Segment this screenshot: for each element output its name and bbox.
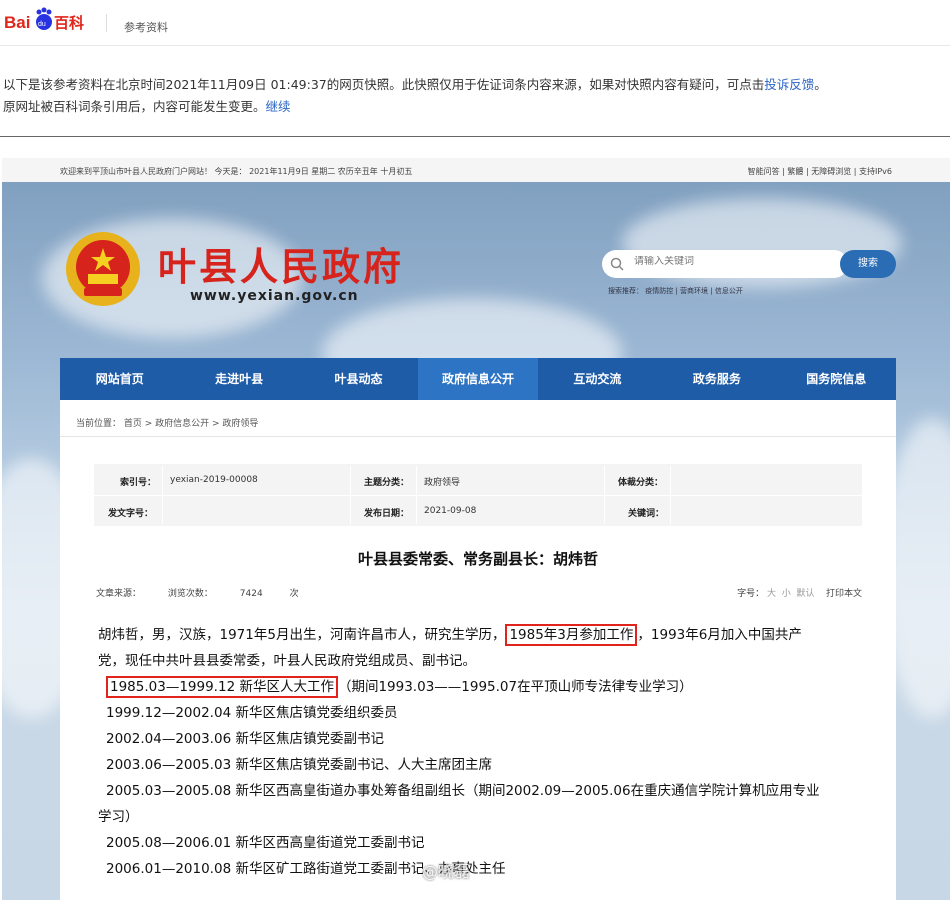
nav-interaction[interactable]: 互动交流 <box>538 358 657 400</box>
career-item-cont: 学习） <box>98 809 139 825</box>
font-large-button[interactable]: 大 <box>767 589 776 599</box>
nav-news[interactable]: 叶县动态 <box>299 358 418 400</box>
article-tools: 字号： 大 小 默认 打印本文 <box>737 586 862 599</box>
search-button[interactable]: 搜索 <box>840 250 896 278</box>
national-emblem-icon <box>66 232 140 306</box>
source-label: 文章来源： <box>96 589 142 599</box>
article-meta: 文章来源： 浏览次数： 7424 次 <box>96 586 323 599</box>
baidu-header: Bai du 百科 参考资料 <box>0 0 950 46</box>
divider <box>60 436 896 437</box>
topbar-welcome: 欢迎来到平顶山市叶县人民政府门户网站！ 今天是： 2021年11月9日 星期二 … <box>60 167 413 176</box>
keyword-label: 关键词： <box>628 509 665 519</box>
baidu-baike-logo[interactable]: Bai du 百科 <box>4 6 96 36</box>
nav-gov-info[interactable]: 政府信息公开 <box>418 358 538 400</box>
highlight-box: 1985年3月参加工作 <box>505 624 638 646</box>
reference-label: 参考资料 <box>124 21 168 34</box>
career-item: 1999.12—2002.04 新华区焦店镇党委组织委员 <box>106 705 398 721</box>
font-small-button[interactable]: 小 <box>782 589 791 599</box>
print-button[interactable]: 打印本文 <box>826 589 862 599</box>
svg-text:百科: 百科 <box>54 14 84 32</box>
genre-label: 体裁分类： <box>618 478 664 488</box>
site-url: www.yexian.gov.cn <box>190 288 359 304</box>
career-item: 2003.06—2005.03 新华区焦店镇党委副书记、人大主席团主席 <box>106 757 492 773</box>
complaint-link[interactable]: 投诉反馈 <box>764 77 814 92</box>
index-value: yexian-2019-00008 <box>170 475 258 485</box>
nav-state-council[interactable]: 国务院信息 <box>777 358 896 400</box>
divider <box>106 14 107 32</box>
career-item: 2005.03—2005.08 新华区西高皇街道办事处筹备组副组长（期间2002… <box>106 783 820 799</box>
notice-text-2: 原网址被百科词条引用后，内容可能发生变更。 <box>3 99 266 114</box>
site-title: 叶县人民政府 <box>158 244 405 289</box>
article-panel: 当前位置： 首页 > 政府信息公开 > 政府领导 索引号： yexian-201… <box>60 400 896 900</box>
views-label: 浏览次数： <box>167 589 213 599</box>
date-value: 2021-09-08 <box>424 506 477 516</box>
index-label: 索引号： <box>120 478 157 488</box>
date-label: 发布日期： <box>364 509 410 519</box>
views-count: 7424 <box>239 589 263 599</box>
nav-services[interactable]: 政务服务 <box>657 358 776 400</box>
svg-text:du: du <box>38 21 46 28</box>
hot-search[interactable]: 搜索推荐： 疫情防控 | 营商环境 | 信息公开 <box>608 286 743 296</box>
search-input[interactable] <box>634 256 834 267</box>
notice-text: 以下是该参考资料在北京时间2021年11月09日 01:49:37的网页快照。此… <box>3 77 765 92</box>
breadcrumb[interactable]: 当前位置： 首页 > 政府信息公开 > 政府领导 <box>76 416 258 429</box>
career-item: 2002.04—2003.06 新华区焦店镇党委副书记 <box>106 731 384 747</box>
nav-home[interactable]: 网站首页 <box>60 358 179 400</box>
main-nav: 网站首页 走进叶县 叶县动态 政府信息公开 互动交流 政务服务 国务院信息 <box>60 358 896 400</box>
svg-text:Bai: Bai <box>4 13 30 32</box>
intro-text: 胡炜哲，男，汉族，1971年5月出生，河南许昌市人，研究生学历， <box>98 627 506 643</box>
highlight-box: 1985.03—1999.12 新华区人大工作 <box>106 676 338 698</box>
snapshot-notice: 以下是该参考资料在北京时间2021年11月09日 01:49:37的网页快照。此… <box>3 77 827 114</box>
article-title: 叶县县委常委、常务副县长：胡炜哲 <box>357 550 598 568</box>
font-default-button[interactable]: 默认 <box>797 589 815 599</box>
docno-label: 发文字号： <box>108 509 154 519</box>
search-icon <box>610 257 624 271</box>
views-unit: 次 <box>289 589 299 599</box>
meta-table: 索引号： yexian-2019-00008 主题分类： 政府领导 体裁分类： … <box>94 464 862 526</box>
intro-text: ，1993年6月加入中国共产 <box>637 627 802 643</box>
article-body: 胡炜哲，男，汉族，1971年5月出生，河南许昌市人，研究生学历， 1985年3月参… <box>98 622 868 882</box>
career-item: 2006.01—2010.08 新华区矿工路街道党工委副书记、办事处主任 <box>106 861 506 877</box>
divider <box>0 136 950 137</box>
intro-text: 党，现任中共叶县县委常委，叶县人民政府党组成员、副书记。 <box>98 653 476 669</box>
career-note: （期间1993.03——1995.07在平顶山师专法律专业学习） <box>337 679 693 695</box>
topic-label: 主题分类： <box>364 478 410 488</box>
topic-value: 政府领导 <box>424 478 461 488</box>
topbar-links[interactable]: 智能问答 | 繁體 | 无障碍浏览 | 支持IPv6 <box>748 166 892 177</box>
gov-site-screenshot: 欢迎来到平顶山市叶县人民政府门户网站！ 今天是： 2021年11月9日 星期二 … <box>2 158 950 900</box>
career-item: 2005.08—2006.01 新华区西高皇街道党工委副书记 <box>106 835 425 851</box>
weibo-watermark: @晓磊 <box>422 862 471 881</box>
font-size-label: 字号： <box>737 589 765 599</box>
site-topbar: 欢迎来到平顶山市叶县人民政府门户网站！ 今天是： 2021年11月9日 星期二 … <box>2 158 950 182</box>
continue-link[interactable]: 继续 <box>266 99 291 114</box>
nav-about-yexian[interactable]: 走进叶县 <box>179 358 298 400</box>
